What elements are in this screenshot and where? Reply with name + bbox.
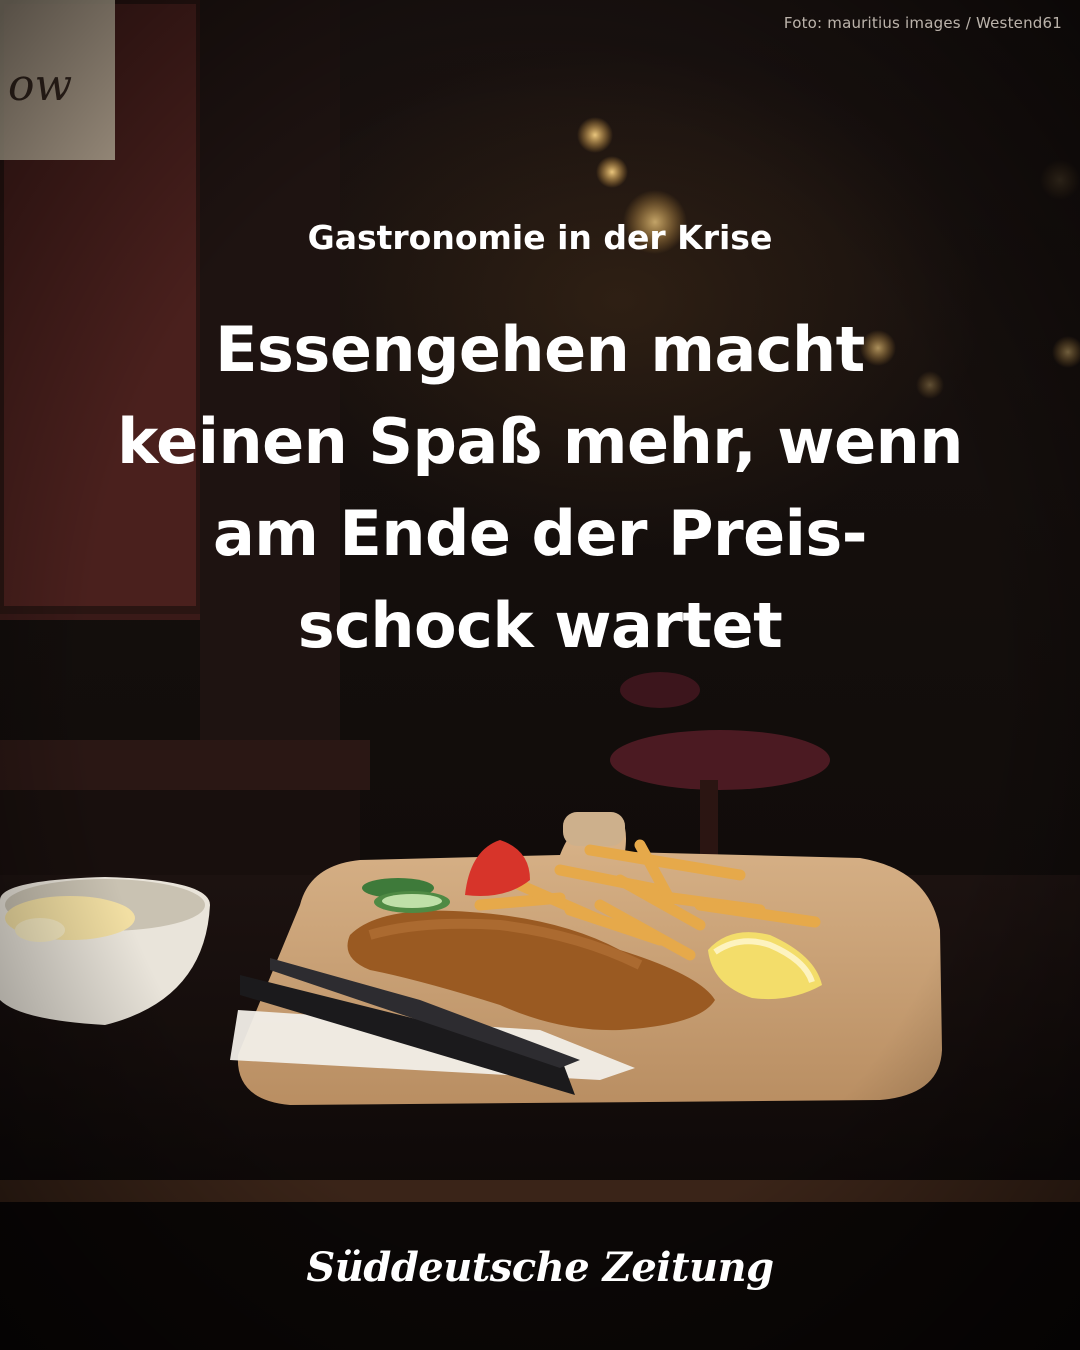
- post-card: ow: [0, 0, 1080, 1350]
- background-photo-schnitzel: ow: [0, 0, 1080, 1350]
- publisher-logo: Süddeutsche Zeitung: [306, 1244, 774, 1291]
- headline-line: schock wartet: [297, 589, 783, 662]
- headline-line: am Ende der Preis-: [212, 497, 868, 570]
- photo-credit: Foto: mauritius images / Westend61: [783, 14, 1062, 32]
- headline: Essengehen macht keinen Spaß mehr, wenn …: [90, 304, 990, 672]
- headline-line: keinen Spaß mehr, wenn: [117, 405, 963, 478]
- kicker: Gastronomie in der Krise: [307, 218, 773, 257]
- headline-line: Essengehen macht: [215, 313, 865, 386]
